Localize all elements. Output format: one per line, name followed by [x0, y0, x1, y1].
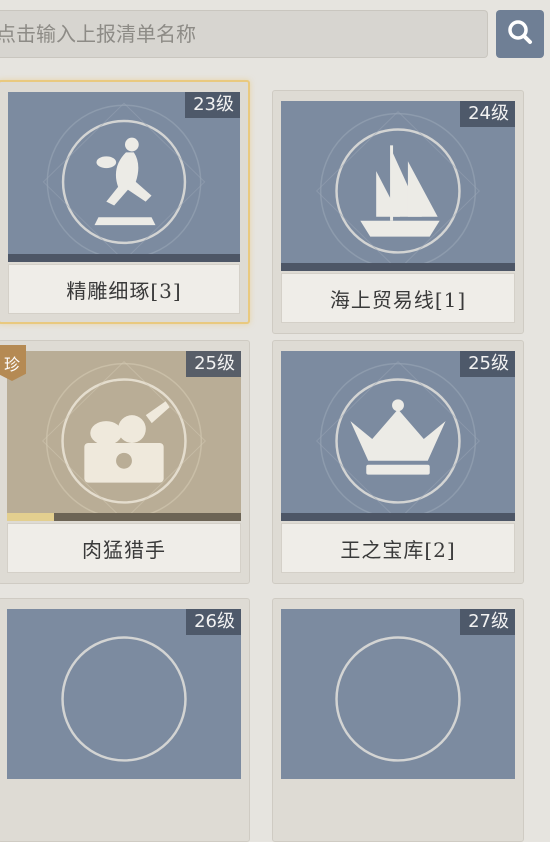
rare-tag: 珍	[0, 345, 26, 381]
card-name: 精雕细琢[3]	[66, 278, 182, 303]
card-name: 海上贸易线[1]	[329, 287, 467, 312]
card-name: 王之宝库[2]	[340, 537, 456, 562]
level-badge: 27级	[460, 609, 515, 635]
progress-bar	[8, 254, 240, 262]
card-art: 23级	[8, 92, 240, 262]
card-art: 27级	[281, 609, 515, 779]
card-art: 24级	[281, 101, 515, 271]
search-button[interactable]	[496, 10, 544, 58]
card-art: 25级	[281, 351, 515, 521]
search-bar	[0, 10, 488, 58]
report-card[interactable]: 25级 王之宝库[2]	[272, 340, 524, 584]
progress-bar	[7, 513, 241, 521]
card-name-box: 王之宝库[2]	[281, 523, 515, 573]
level-badge: 24级	[460, 101, 515, 127]
card-art: 26级	[7, 609, 241, 779]
report-card[interactable]: 26级	[0, 598, 250, 842]
level-badge: 25级	[186, 351, 241, 377]
card-art: 25级	[7, 351, 241, 521]
progress-bar	[281, 263, 515, 271]
level-badge: 25级	[460, 351, 515, 377]
level-badge: 26级	[186, 609, 241, 635]
card-name-box: 精雕细琢[3]	[8, 264, 240, 314]
card-name-box: 肉猛猎手	[7, 523, 241, 573]
search-icon	[505, 17, 535, 51]
search-input[interactable]	[0, 11, 483, 57]
report-card[interactable]: 24级 海上贸易线[1]	[272, 90, 524, 334]
report-card[interactable]: 27级	[272, 598, 524, 842]
level-badge: 23级	[185, 92, 240, 118]
card-name: 肉猛猎手	[82, 537, 166, 562]
report-card[interactable]: 23级 精雕细琢[3]	[0, 80, 250, 324]
report-card[interactable]: 25级 肉猛猎手	[0, 340, 250, 584]
progress-fill	[7, 513, 54, 521]
progress-bar	[281, 513, 515, 521]
card-name-box: 海上贸易线[1]	[281, 273, 515, 323]
